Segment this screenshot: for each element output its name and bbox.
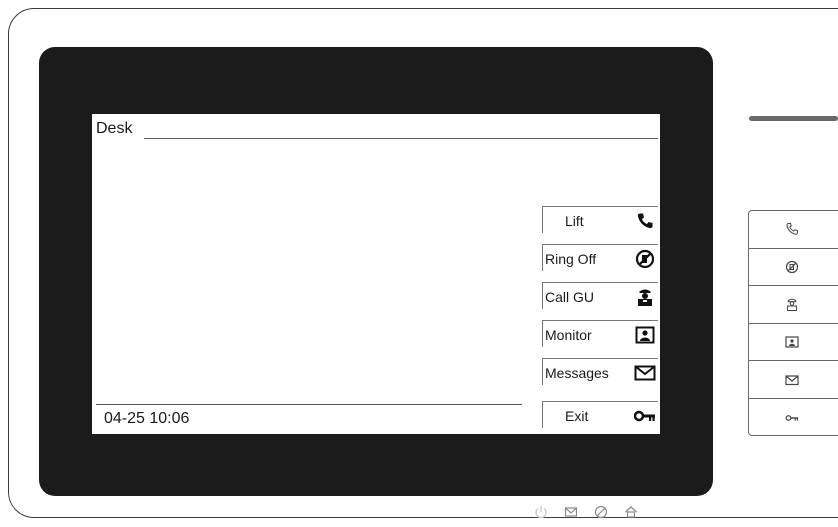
status-divider: [96, 404, 522, 405]
handset-icon: [634, 210, 656, 232]
envelope-icon: [634, 362, 656, 384]
lift-button[interactable]: Lift: [542, 206, 658, 233]
card-slot: [749, 116, 838, 121]
guard-icon: [634, 286, 656, 308]
monitor-icon: [634, 324, 656, 346]
key-icon: [634, 405, 656, 427]
messages-label: Messages: [545, 365, 609, 381]
power-icon[interactable]: [534, 505, 548, 519]
side-messages-button[interactable]: [749, 361, 838, 399]
ring-off-icon: [785, 260, 799, 273]
lcd-screen: Desk Lift Ring Off Call GU Monitor Messa…: [92, 114, 660, 434]
date-time: 04-25 10:06: [104, 410, 190, 427]
side-button-panel: [748, 210, 838, 436]
handset-icon: [786, 223, 798, 236]
exit-label: Exit: [565, 408, 589, 424]
call-gu-label: Call GU: [545, 289, 595, 305]
key-icon: [785, 414, 799, 421]
exit-button[interactable]: Exit: [542, 401, 658, 428]
ring-off-button[interactable]: Ring Off: [542, 244, 658, 271]
lift-label: Lift: [565, 213, 584, 229]
side-monitor-button[interactable]: [749, 324, 838, 362]
envelope-icon: [785, 375, 799, 385]
mute-led-icon: [594, 505, 608, 519]
side-exit-button[interactable]: [749, 399, 838, 437]
guard-icon: [787, 299, 797, 312]
title-underline: [144, 138, 658, 139]
screen-title: Desk: [96, 120, 133, 137]
message-led-icon: [564, 505, 578, 519]
side-ring-off-button[interactable]: [749, 249, 838, 287]
ring-off-label: Ring Off: [545, 251, 597, 267]
call-gu-button[interactable]: Call GU: [542, 282, 658, 309]
ring-off-icon: [634, 248, 656, 270]
side-lift-button[interactable]: [749, 211, 838, 249]
side-call-gu-button[interactable]: [749, 286, 838, 324]
monitor-button[interactable]: Monitor: [542, 320, 658, 347]
home-icon: [624, 505, 638, 519]
monitor-label: Monitor: [545, 327, 592, 343]
monitor-icon: [785, 336, 799, 348]
messages-button[interactable]: Messages: [542, 358, 658, 385]
